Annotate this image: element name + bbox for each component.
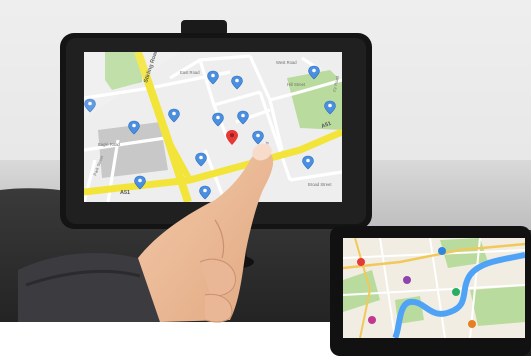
street-label: Eagle Road [98, 142, 121, 147]
bottom-white-strip [0, 322, 340, 356]
photo-scene: Stirling Road A51 A51 Eagle Road East Ro… [0, 0, 531, 356]
tablet-pin-purple[interactable] [403, 276, 411, 284]
tablet-pin-green[interactable] [452, 288, 460, 296]
tablet-pin-blue[interactable] [438, 247, 446, 255]
street-label: Broad Street [308, 182, 332, 187]
street-label: West Road [276, 60, 297, 65]
tablet-pin-pink[interactable] [368, 316, 376, 324]
tablet-pin-orange[interactable] [468, 320, 476, 328]
tablet-pin-red[interactable] [357, 258, 365, 266]
street-label: East Road [180, 70, 200, 75]
street-label: Hill Street [287, 82, 306, 87]
road-label-a51-left: A51 [120, 190, 130, 196]
